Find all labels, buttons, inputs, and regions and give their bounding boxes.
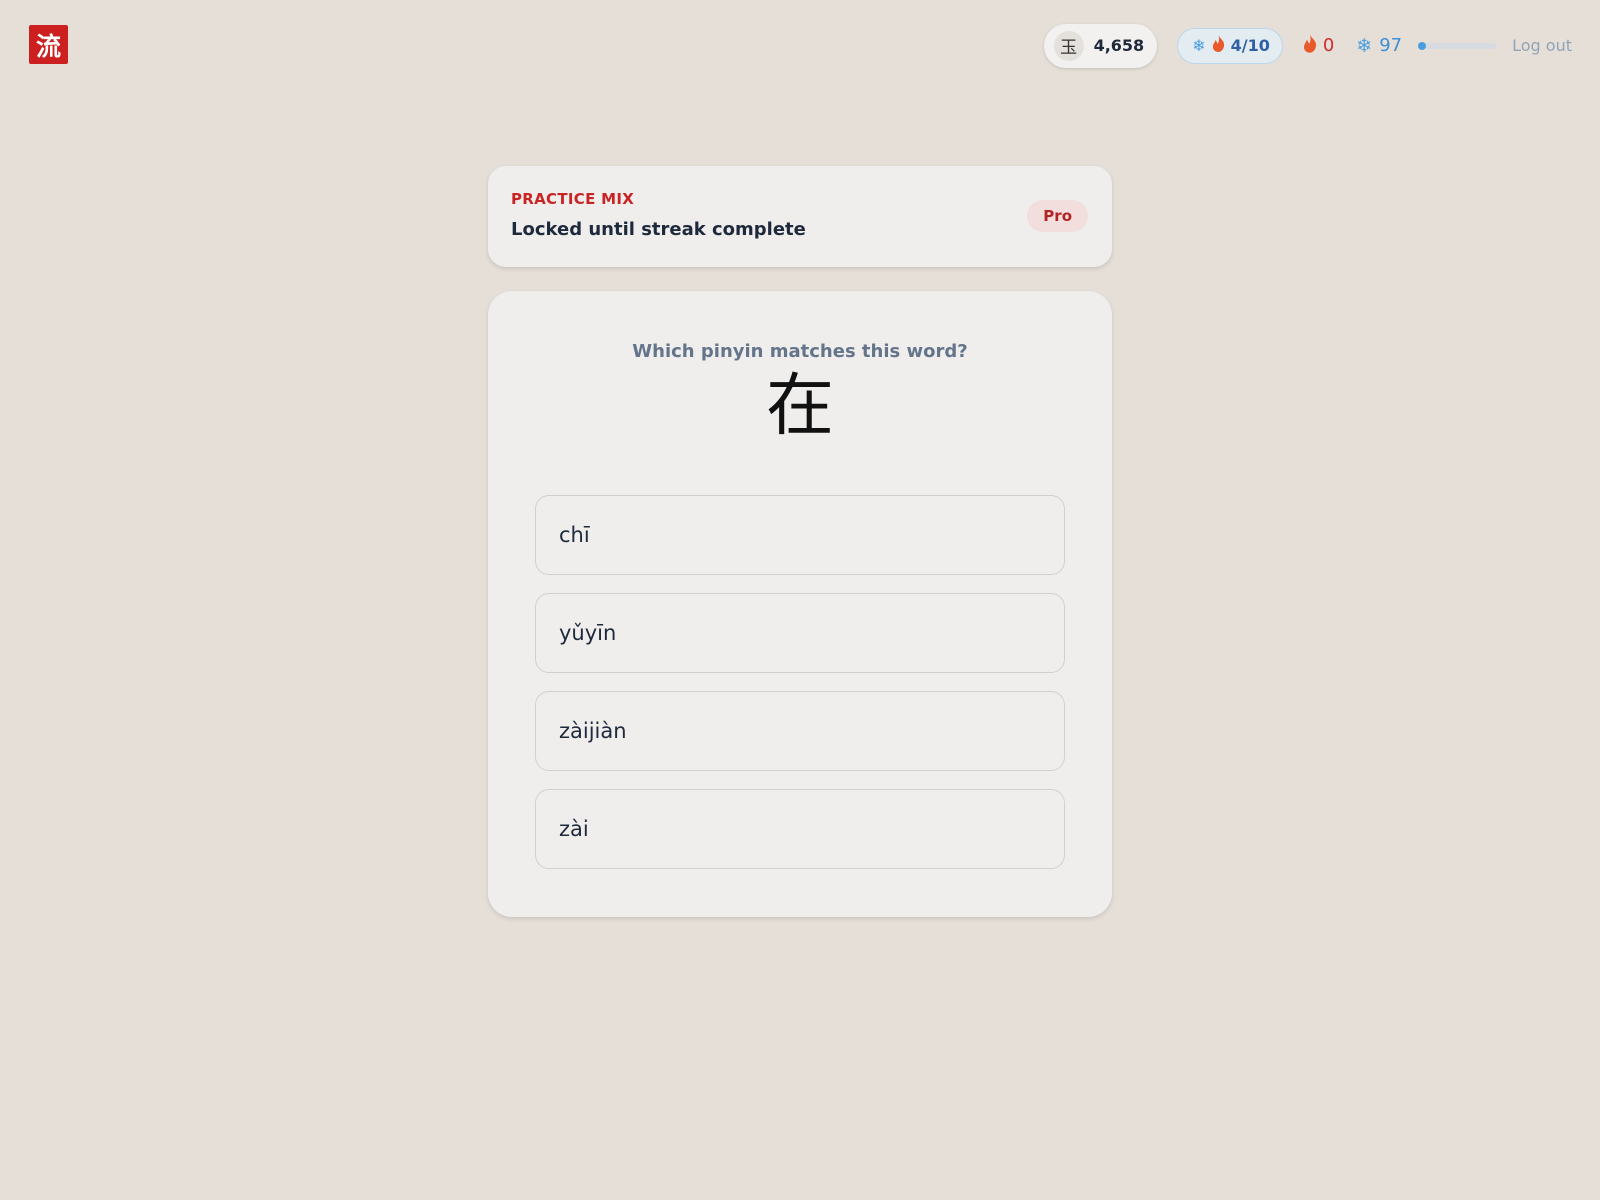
jade-icon: 玉 [1053,30,1084,61]
quiz-question: Which pinyin matches this word? [632,341,968,362]
fire-stat: 0 [1303,33,1335,58]
snowflake-icon: ❄ [1192,36,1206,55]
streak-count: 4/10 [1230,36,1270,55]
logout-link[interactable]: Log out [1512,36,1572,55]
fire-icon [1303,33,1317,58]
snow-progress-fill [1418,41,1427,50]
logo-char: 流 [35,31,61,61]
app-logo[interactable]: 流 [29,25,68,64]
jade-icon-char: 玉 [1060,38,1078,58]
jade-balance-pill[interactable]: 玉 4,658 [1043,23,1158,68]
header-stats: 玉 4,658 ❄ 4/10 0 ❄ 97 Log out [1043,23,1572,68]
snow-progress-bar [1418,41,1497,50]
fire-icon [1212,35,1225,56]
answer-options: chī yǔyīn zàijiàn zài [535,495,1065,887]
fire-value: 0 [1322,35,1335,56]
quiz-hanzi: 在 [765,367,834,446]
snow-stat: ❄ 97 [1356,35,1402,57]
practice-mix-card[interactable]: PRACTICE MIX Locked until streak complet… [488,166,1112,267]
answer-option[interactable]: zàijiàn [535,691,1065,771]
answer-option[interactable]: chī [535,495,1065,575]
pro-badge: Pro [1027,200,1088,232]
snow-value: 97 [1379,35,1403,56]
streak-pill[interactable]: ❄ 4/10 [1177,27,1283,64]
app-root: 流 玉 4,658 ❄ 4/10 0 ❄ 97 Log out PRACTICE… [0,0,1600,1200]
answer-option[interactable]: yǔyīn [535,593,1065,673]
practice-title: Locked until streak complete [511,219,806,240]
answer-option[interactable]: zài [535,789,1065,869]
snowflake-icon: ❄ [1356,34,1373,57]
jade-count: 4,658 [1093,36,1145,55]
quiz-card: Which pinyin matches this word? 在 chī yǔ… [488,291,1112,917]
practice-kicker: PRACTICE MIX [511,190,635,208]
